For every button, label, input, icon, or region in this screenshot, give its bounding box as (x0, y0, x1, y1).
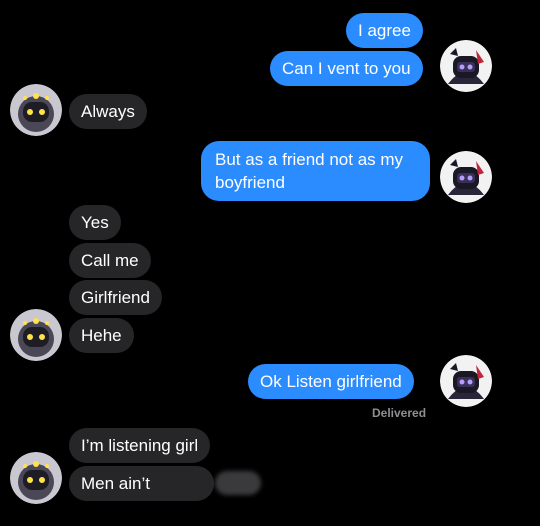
message-bubble-received[interactable]: Men ain’t (69, 466, 261, 501)
message-bubble-received[interactable]: I’m listening girl (69, 428, 211, 463)
message-bubble-received[interactable]: Hehe (69, 318, 134, 353)
message-text: I agree (358, 21, 411, 40)
message-bubble-received[interactable]: Yes (69, 205, 121, 240)
message-bubble-received[interactable]: Girlfriend (69, 280, 162, 315)
message-text: I’m listening girl (81, 436, 199, 455)
message-bubble-sent[interactable]: Can I vent to you (270, 51, 423, 86)
message-text: But as a friend not as my boyfriend (215, 150, 404, 192)
message-text: Call me (81, 251, 139, 270)
message-text: Can I vent to you (282, 59, 411, 78)
message-text: Girlfriend (81, 288, 150, 307)
message-text: Yes (81, 213, 109, 232)
message-bubble-sent[interactable]: Ok Listen girlfriend (248, 364, 414, 399)
dark-robot-avatar-icon[interactable] (440, 151, 492, 203)
censor-blur (215, 471, 261, 495)
message-text: Ok Listen girlfriend (260, 372, 402, 391)
message-text: Always (81, 102, 135, 121)
message-text: Hehe (81, 326, 122, 345)
dark-robot-avatar-icon[interactable] (440, 40, 492, 92)
yellow-eyed-robot-avatar-icon[interactable] (10, 84, 62, 136)
message-bubble-sent[interactable]: But as a friend not as my boyfriend (201, 141, 430, 201)
yellow-eyed-robot-avatar-icon[interactable] (10, 452, 62, 504)
delivered-status: Delivered (372, 406, 427, 420)
message-bubble-sent[interactable]: I agree (346, 13, 423, 48)
message-bubble-received[interactable]: Always (69, 94, 147, 129)
yellow-eyed-robot-avatar-icon[interactable] (10, 309, 62, 361)
message-bubble-received[interactable]: Call me (69, 243, 151, 278)
message-text: Men ain’t (81, 474, 150, 493)
dark-robot-avatar-icon[interactable] (440, 355, 492, 407)
